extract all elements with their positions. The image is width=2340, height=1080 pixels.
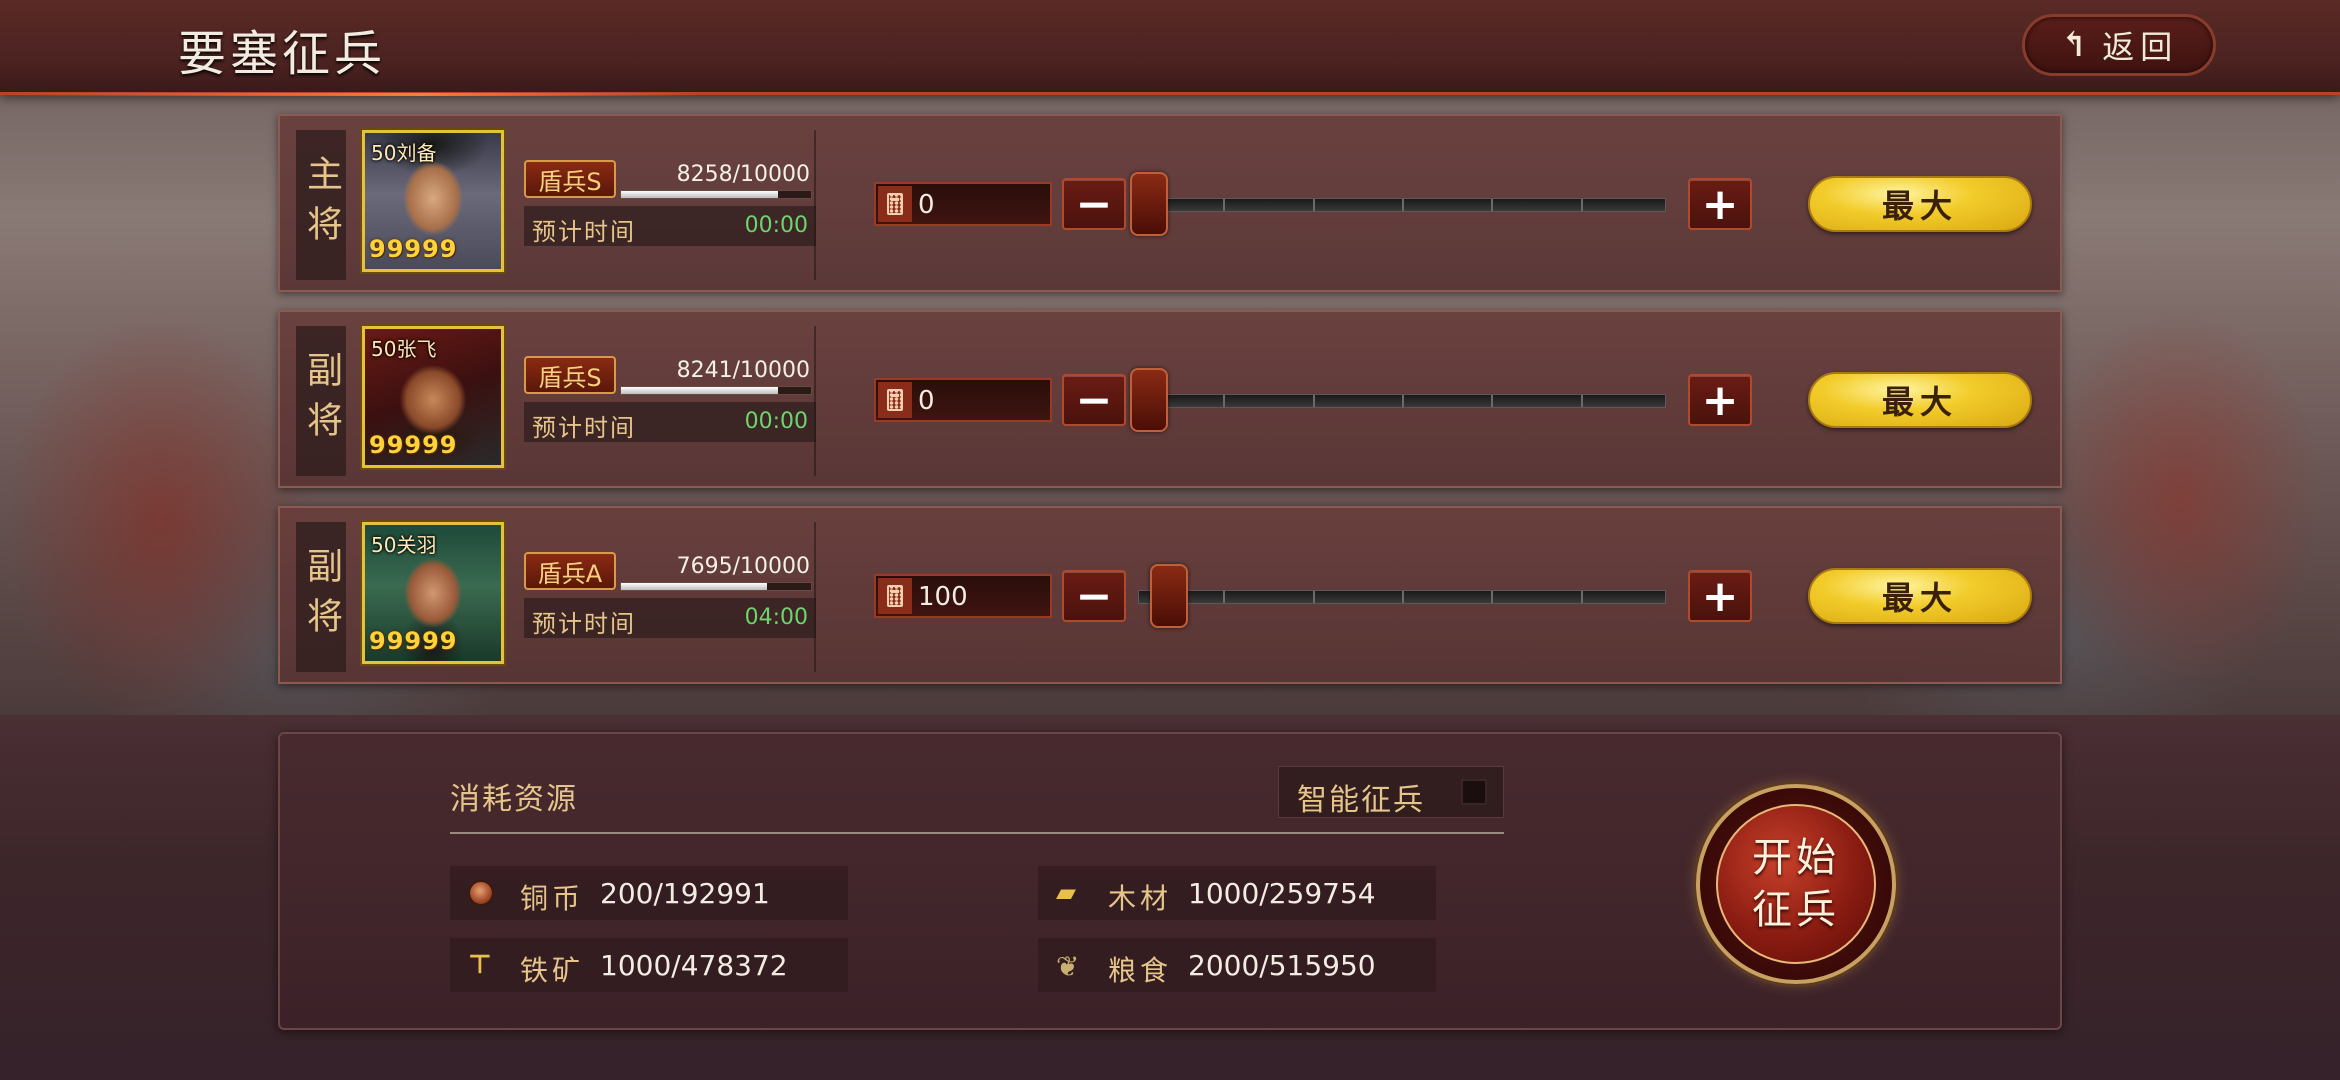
resource-label: 粮食 (1108, 954, 1173, 987)
smart-recruit-checkbox[interactable] (1461, 779, 1487, 805)
resource-item-iron: ⊤ 铁矿 1000/478372 (450, 938, 848, 992)
eta-time: 04:00 (744, 605, 808, 630)
calculator-icon[interactable] (878, 186, 912, 222)
star-rating: 99999 (369, 431, 458, 459)
troop-type-badge: 盾兵S (524, 160, 616, 198)
minus-icon: − (1075, 570, 1113, 622)
quantity-input[interactable]: 0 (874, 378, 1052, 422)
resource-label: 铁矿 (520, 954, 585, 987)
troop-type-badge: 盾兵S (524, 356, 616, 394)
minus-icon: − (1075, 374, 1113, 426)
recruit-slider-track[interactable] (1138, 198, 1666, 212)
eta-time: 00:00 (744, 213, 808, 238)
back-button[interactable]: ↰ 返回 (2022, 14, 2216, 76)
resource-item-copper: 铜币 200/192991 (450, 866, 848, 920)
role-label: 副将 (296, 326, 346, 476)
wood-icon: ▰ (1056, 878, 1076, 908)
back-label: 返回 (2102, 28, 2179, 66)
copper-coin-icon (468, 880, 494, 906)
decrease-button[interactable]: − (1062, 178, 1126, 230)
eta-box: 预计时间 00:00 (524, 206, 816, 246)
plus-icon: + (1701, 570, 1739, 622)
plus-icon: + (1701, 178, 1739, 230)
resource-panel: 消耗资源 智能征兵 铜币 200/192991 ▰ 木材 1000/259754… (278, 732, 2062, 1030)
quantity-value: 100 (918, 582, 968, 612)
role-label: 主将 (296, 130, 346, 280)
page-title: 要塞征兵 (178, 26, 387, 82)
general-name-level: 50刘备 (371, 141, 437, 165)
general-row: 副将 50张飞 99999 盾兵S 8241/10000 预计时间 00:00 … (278, 310, 2062, 488)
quantity-value: 0 (918, 190, 935, 220)
general-row: 主将 50刘备 99999 盾兵S 8258/10000 预计时间 00:00 … (278, 114, 2062, 292)
troop-progress-bar (620, 190, 812, 199)
divider (450, 832, 1504, 834)
increase-button[interactable]: + (1688, 374, 1752, 426)
general-row: 副将 50关羽 99999 盾兵A 7695/10000 预计时间 04:00 … (278, 506, 2062, 684)
calculator-icon[interactable] (878, 578, 912, 614)
smart-recruit-label: 智能征兵 (1297, 783, 1425, 818)
slider-handle[interactable] (1130, 172, 1168, 236)
resource-value: 1000/259754 (1188, 877, 1376, 910)
top-bar: 要塞征兵 ↰ 返回 (0, 0, 2340, 96)
general-portrait[interactable]: 50刘备 99999 (362, 130, 504, 272)
increase-button[interactable]: + (1688, 178, 1752, 230)
calculator-icon[interactable] (878, 382, 912, 418)
minus-icon: − (1075, 178, 1113, 230)
troop-count: 8241/10000 (676, 358, 810, 383)
star-rating: 99999 (369, 627, 458, 655)
resource-item-grain: ❦ 粮食 2000/515950 (1038, 938, 1436, 992)
star-rating: 99999 (369, 235, 458, 263)
start-recruit-label: 开始 征兵 (1716, 804, 1876, 964)
eta-box: 预计时间 00:00 (524, 402, 816, 442)
increase-button[interactable]: + (1688, 570, 1752, 622)
return-arrow-icon: ↰ (2059, 25, 2095, 65)
resource-label: 铜币 (520, 882, 585, 915)
resource-value: 2000/515950 (1188, 949, 1376, 982)
slider-handle[interactable] (1130, 368, 1168, 432)
eta-label: 预计时间 (532, 610, 636, 638)
general-name-level: 50关羽 (371, 533, 437, 557)
divider (814, 522, 816, 672)
iron-ore-icon: ⊤ (468, 950, 492, 980)
start-recruit-button[interactable]: 开始 征兵 (1696, 784, 1896, 984)
eta-label: 预计时间 (532, 218, 636, 246)
eta-box: 预计时间 04:00 (524, 598, 816, 638)
resource-value: 200/192991 (600, 877, 770, 910)
slider-handle[interactable] (1149, 564, 1188, 628)
resource-label: 木材 (1108, 882, 1173, 915)
eta-time: 00:00 (744, 409, 808, 434)
max-button[interactable]: 最大 (1808, 176, 2032, 232)
troop-count: 7695/10000 (676, 554, 810, 579)
quantity-value: 0 (918, 386, 935, 416)
eta-label: 预计时间 (532, 414, 636, 442)
role-label: 副将 (296, 522, 346, 672)
plus-icon: + (1701, 374, 1739, 426)
divider (814, 130, 816, 280)
recruit-slider-track[interactable] (1138, 394, 1666, 408)
max-button[interactable]: 最大 (1808, 372, 2032, 428)
resource-item-wood: ▰ 木材 1000/259754 (1038, 866, 1436, 920)
smart-recruit-toggle[interactable]: 智能征兵 (1278, 766, 1504, 818)
decrease-button[interactable]: − (1062, 374, 1126, 426)
grain-icon: ❦ (1056, 950, 1080, 983)
resources-title: 消耗资源 (450, 782, 578, 817)
general-portrait[interactable]: 50张飞 99999 (362, 326, 504, 468)
recruit-slider-track[interactable] (1138, 590, 1666, 604)
resource-value: 1000/478372 (600, 949, 788, 982)
decrease-button[interactable]: − (1062, 570, 1126, 622)
general-portrait[interactable]: 50关羽 99999 (362, 522, 504, 664)
quantity-input[interactable]: 0 (874, 182, 1052, 226)
troop-progress-bar (620, 386, 812, 395)
troop-count: 8258/10000 (676, 162, 810, 187)
quantity-input[interactable]: 100 (874, 574, 1052, 618)
max-button[interactable]: 最大 (1808, 568, 2032, 624)
general-name-level: 50张飞 (371, 337, 437, 361)
troop-progress-bar (620, 582, 812, 591)
troop-type-badge: 盾兵A (524, 552, 616, 590)
divider (814, 326, 816, 476)
